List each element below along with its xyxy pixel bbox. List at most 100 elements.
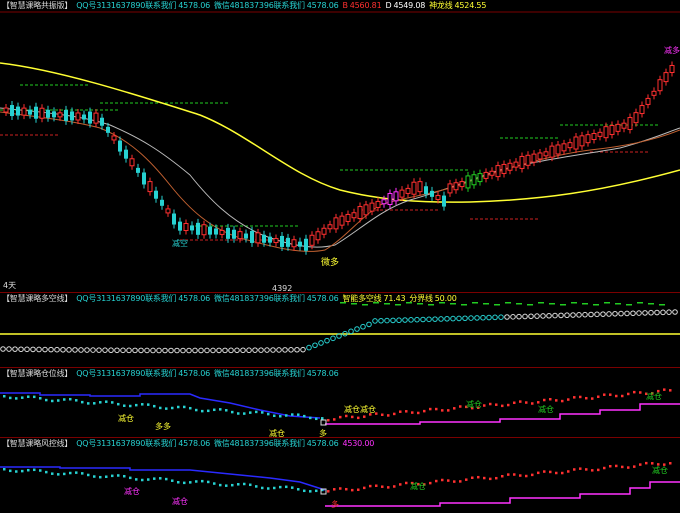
cangwei-dot xyxy=(615,394,618,398)
cangwei-dot xyxy=(135,403,138,407)
cangwei-panel[interactable]: 【智慧课略仓位线】 QQ号3131637890联系我们 4578.06 微信48183… xyxy=(0,368,680,438)
cangwei-dot xyxy=(309,416,312,420)
cangwei-dot xyxy=(351,415,354,419)
fengkong-dot xyxy=(69,471,72,475)
candle-body xyxy=(663,72,669,83)
duokong-circle xyxy=(624,310,630,317)
candle-body xyxy=(57,112,63,118)
fengkong-dot xyxy=(255,485,258,488)
fengkong-dot xyxy=(537,471,540,475)
duokong-circle xyxy=(222,347,228,354)
fengkong-dot xyxy=(357,488,360,491)
period-label: 4天 xyxy=(3,281,17,290)
candle-body xyxy=(286,237,290,247)
candle-body xyxy=(75,112,81,121)
duokong-circle xyxy=(288,347,294,353)
cangwei-dot xyxy=(183,405,186,409)
candle-body xyxy=(214,228,218,235)
candle-body xyxy=(387,193,393,206)
fengkong-dot xyxy=(63,472,66,476)
cangwei-dot xyxy=(621,394,624,398)
duokong-green-mark xyxy=(450,303,456,305)
duokong-circle xyxy=(30,346,36,353)
cangwei-dot xyxy=(633,390,636,394)
cangwei-dot xyxy=(573,396,576,399)
duokong-circle xyxy=(384,317,390,324)
cangwei-dot xyxy=(51,399,54,403)
duokong-circle xyxy=(564,312,570,319)
fengkong-panel[interactable]: 【智慧课略风控线】 QQ号3131637890联系我们 4578.06 微信48183… xyxy=(0,438,680,513)
candle-body xyxy=(399,189,405,198)
duokong-circle xyxy=(576,312,582,318)
duokong-green-mark xyxy=(439,302,445,304)
candle-body xyxy=(100,117,104,126)
candle-body xyxy=(435,194,441,200)
cangwei-dot xyxy=(399,410,402,413)
candle-body xyxy=(70,111,74,121)
duokong-circle xyxy=(102,347,108,353)
candle-body xyxy=(489,170,495,176)
candle-body xyxy=(537,152,543,160)
duokong-green-mark xyxy=(417,303,423,305)
fengkong-dot xyxy=(267,487,270,490)
duokong-green-mark xyxy=(549,303,555,305)
candle-body xyxy=(531,153,537,163)
cangwei-dot xyxy=(459,405,462,408)
duokong-circle xyxy=(468,315,474,321)
cangwei-dot xyxy=(315,417,318,421)
fengkong-dot xyxy=(21,469,24,473)
candle-body xyxy=(111,135,117,141)
cangwei-dot xyxy=(423,409,426,413)
cangwei-dot xyxy=(111,401,114,404)
fengkong-dot xyxy=(285,485,288,489)
fengkong-dot xyxy=(351,488,354,492)
candle-body xyxy=(465,175,471,189)
duokong-green-mark xyxy=(472,302,478,304)
duokong-circle xyxy=(402,317,408,323)
duokong-circle xyxy=(372,318,378,324)
candle-body xyxy=(52,111,56,118)
duokong-circle xyxy=(36,346,42,353)
fengkong-dot xyxy=(501,474,504,478)
cangwei-dot xyxy=(585,396,588,400)
duokong-circle xyxy=(540,313,546,319)
candle-body xyxy=(129,158,135,167)
candle-body xyxy=(567,142,573,149)
cangwei-dot xyxy=(261,411,264,414)
fengkong-dot xyxy=(639,463,642,466)
fengkong-dot xyxy=(531,473,534,477)
main-kline-panel[interactable]: 【智慧课略共振版】 QQ号3131637890联系我们 4578.06 微信48183… xyxy=(0,0,680,293)
duokong-circle xyxy=(42,346,48,353)
candle-body xyxy=(298,241,302,247)
cangwei-dot xyxy=(627,392,630,396)
fengkong-dot xyxy=(603,466,606,470)
cangwei-dot xyxy=(669,389,672,392)
candle-body xyxy=(525,154,531,166)
candle-body xyxy=(453,182,459,191)
candle-body xyxy=(345,213,351,222)
duokong-circle xyxy=(216,347,222,354)
fengkong-dot xyxy=(615,464,618,468)
cangwei-canvas xyxy=(0,388,680,426)
fengkong-dot xyxy=(633,465,636,468)
cangwei-dot xyxy=(219,408,222,411)
duokong-circle xyxy=(558,312,564,319)
duokong-panel[interactable]: 【智慧课略多空线】 QQ号3131637890联系我们 4578.06 微信48183… xyxy=(0,293,680,367)
cangwei-dot xyxy=(249,411,252,414)
cangwei-dot xyxy=(495,403,498,406)
duokong-circle xyxy=(378,317,384,324)
candle-body xyxy=(273,238,279,244)
duokong-circle xyxy=(522,313,528,320)
cangwei-dot xyxy=(489,402,492,406)
candle-body xyxy=(304,238,308,251)
cangwei-dot xyxy=(393,412,396,416)
fengkong-dot xyxy=(93,475,96,478)
marker-jian-duo: 减多 xyxy=(664,46,680,55)
duokong-circle xyxy=(396,317,402,324)
cangwei-dot xyxy=(285,414,288,417)
cangwei-dot xyxy=(171,406,174,410)
fengkong-dot xyxy=(471,476,474,480)
fengkong-dot xyxy=(375,484,378,487)
cangwei-dot xyxy=(45,398,48,402)
duokong-circle xyxy=(438,316,444,322)
